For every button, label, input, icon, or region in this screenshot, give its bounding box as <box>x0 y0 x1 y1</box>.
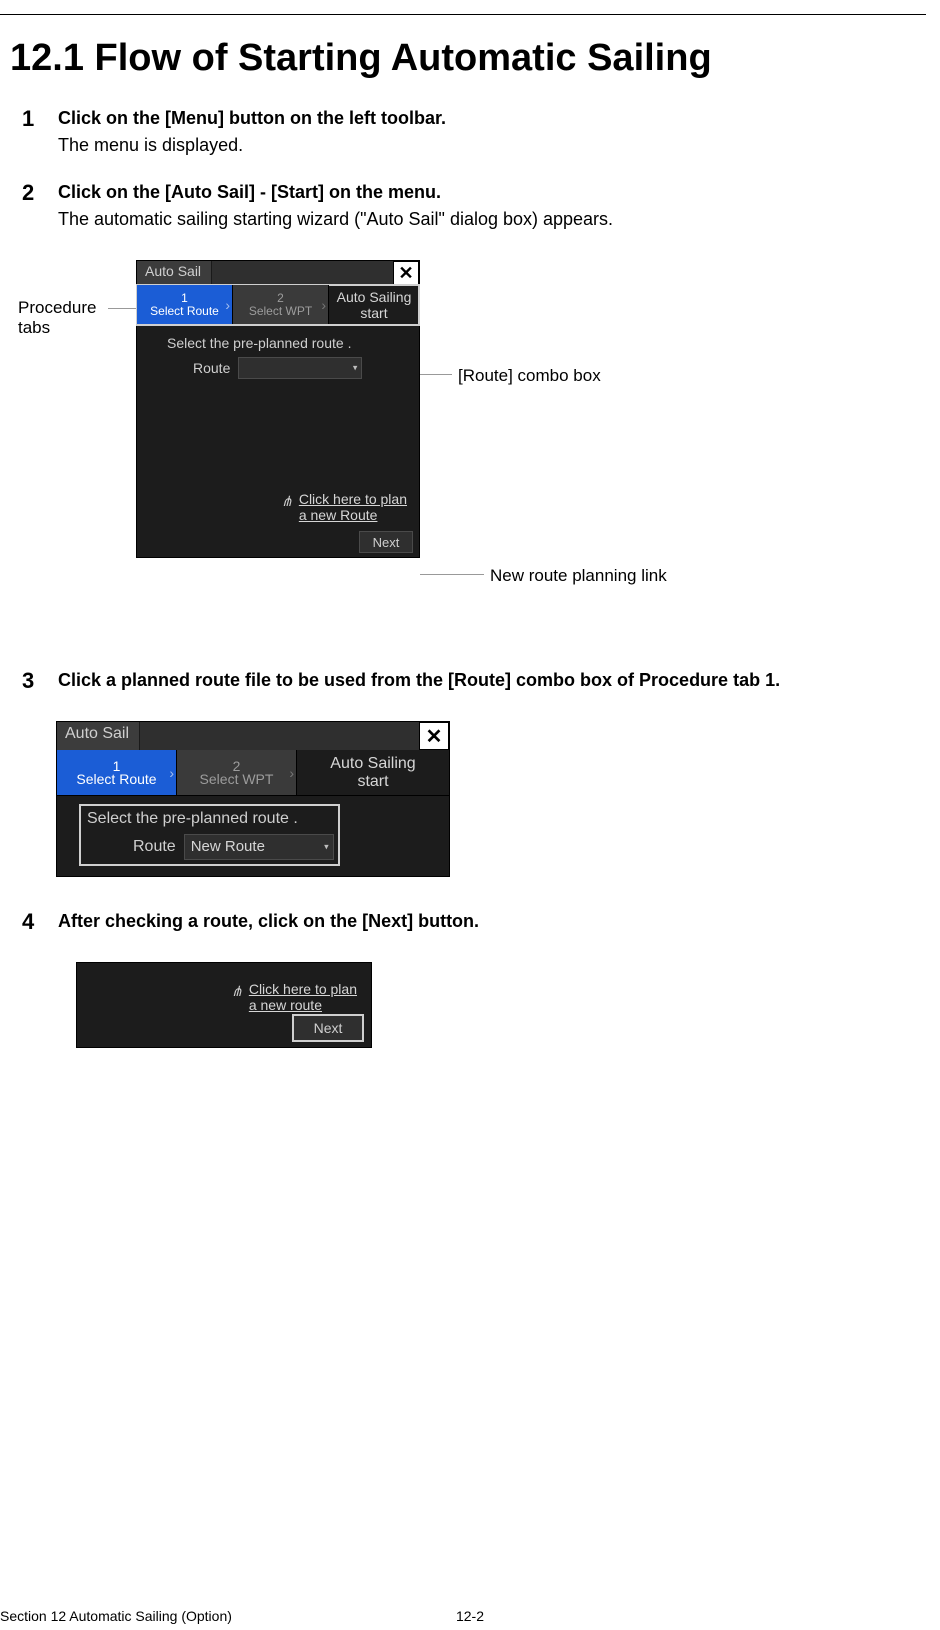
route-combo[interactable]: New Route ▾ <box>184 834 334 860</box>
step-1: 1 Click on the [Menu] button on the left… <box>22 108 926 156</box>
dialog-title: Auto Sail <box>57 722 140 750</box>
step-instruction: Click on the [Menu] button on the left t… <box>58 108 926 129</box>
step-3: 3 Click a planned route file to be used … <box>22 670 926 691</box>
route-plan-icon: ⋔ <box>281 493 293 510</box>
step-number: 1 <box>22 106 34 132</box>
tab-label: Select WPT <box>249 304 312 318</box>
tab-number: 1 <box>113 760 121 772</box>
dialog-body: Select the pre-planned route . Route ▾ ⋔… <box>137 325 419 557</box>
prompt-text: Select the pre-planned route . <box>149 335 407 351</box>
tab-number: 1 <box>181 292 188 304</box>
route-plan-icon: ⋔ <box>231 983 243 1000</box>
close-button[interactable]: ✕ <box>419 722 449 750</box>
procedure-tabs-group: 1 Select Route › 2 Select WPT › Auto Sai… <box>137 285 419 325</box>
step-number: 2 <box>22 180 34 206</box>
procedure-tabs-group: 1 Select Route › 2 Select WPT › Auto Sai… <box>57 750 449 796</box>
tab-label: Select WPT <box>200 772 274 786</box>
annotation-plan-link: New route planning link <box>490 566 667 586</box>
annotation-procedure-tabs-2: tabs <box>18 318 50 337</box>
tab-select-wpt[interactable]: 2 Select WPT › <box>177 750 297 795</box>
next-button[interactable]: Next <box>359 531 413 553</box>
prompt-text: Select the pre-planned route . <box>85 810 334 828</box>
tab-number: 2 <box>233 760 241 772</box>
chevron-right-icon: › <box>289 765 294 781</box>
dialog-titlebar: Auto Sail ✕ <box>57 722 449 750</box>
step-description: The automatic sailing starting wizard ("… <box>58 209 926 230</box>
step-description: The menu is displayed. <box>58 135 926 156</box>
route-label: Route <box>193 360 230 376</box>
dropdown-icon: ▾ <box>353 363 358 374</box>
auto-sail-dialog: Auto Sail ✕ 1 Select Route › 2 Select WP… <box>136 260 420 558</box>
dropdown-icon: ▾ <box>324 842 329 853</box>
step-2: 2 Click on the [Auto Sail] - [Start] on … <box>22 182 926 230</box>
step-instruction: After checking a route, click on the [Ne… <box>58 911 926 932</box>
step-number: 4 <box>22 909 34 935</box>
chevron-right-icon: › <box>225 297 230 313</box>
tab-select-route[interactable]: 1 Select Route › <box>57 750 177 795</box>
plan-new-route-link[interactable]: Click here to plan a new Route <box>299 491 407 523</box>
step-number: 3 <box>22 668 34 694</box>
dialog-mode-label: Auto Sailing start <box>329 285 419 324</box>
auto-sail-dialog-step3: Auto Sail ✕ 1 Select Route › 2 Select WP… <box>56 721 450 877</box>
annotation-route-combo: [Route] combo box <box>458 366 601 386</box>
section-title: 12.1 Flow of Starting Automatic Sailing <box>10 37 926 80</box>
highlight-frame: Select the pre-planned route . Route New… <box>79 804 340 866</box>
next-button[interactable]: Next <box>293 1015 363 1041</box>
annotation-procedure-tabs-1: Procedure <box>18 298 96 317</box>
close-button[interactable]: ✕ <box>393 261 419 285</box>
auto-sail-dialog-step4: ⋔ Click here to plan a new route Next <box>76 962 372 1048</box>
footer-section: Section 12 Automatic Sailing (Option) <box>0 1608 232 1624</box>
tab-number: 2 <box>277 292 284 304</box>
route-label: Route <box>133 838 176 856</box>
step-4: 4 After checking a route, click on the [… <box>22 911 926 932</box>
plan-new-route-link[interactable]: Click here to plan a new route <box>249 981 357 1013</box>
close-icon: ✕ <box>398 263 413 284</box>
combo-value: New Route <box>191 838 265 855</box>
step-instruction: Click a planned route file to be used fr… <box>58 670 926 691</box>
tab-label: Select Route <box>150 304 219 318</box>
dialog-mode-label: Auto Sailing start <box>297 750 449 795</box>
tab-label: Select Route <box>76 772 156 786</box>
tab-select-wpt[interactable]: 2 Select WPT › <box>233 285 329 324</box>
chevron-right-icon: › <box>169 765 174 781</box>
step-instruction: Click on the [Auto Sail] - [Start] on th… <box>58 182 926 203</box>
dialog-titlebar: Auto Sail ✕ <box>137 261 419 285</box>
tab-select-route[interactable]: 1 Select Route › <box>137 285 233 324</box>
route-combo[interactable]: ▾ <box>238 357 362 379</box>
close-icon: ✕ <box>426 724 443 749</box>
annotation-leader-line <box>108 308 136 309</box>
footer-page-number: 12-2 <box>456 1608 484 1624</box>
annotation-leader-line <box>420 574 484 575</box>
chevron-right-icon: › <box>321 297 326 313</box>
dialog-title: Auto Sail <box>137 261 212 285</box>
